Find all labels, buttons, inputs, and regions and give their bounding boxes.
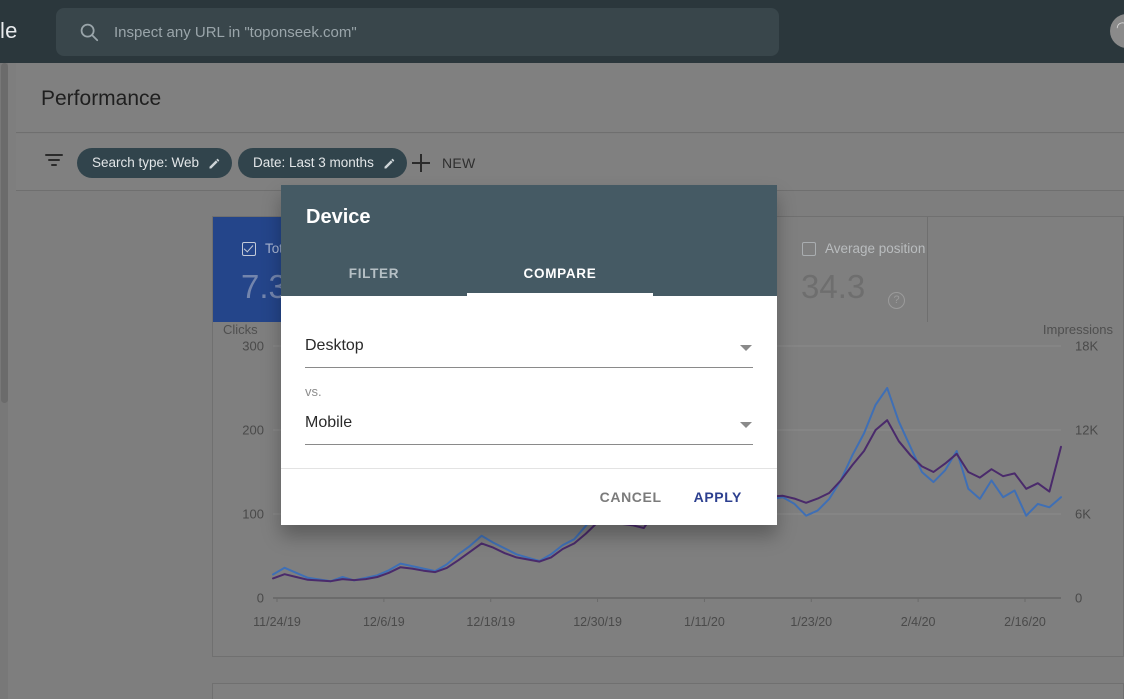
- dialog-tab-filter[interactable]: FILTER: [281, 250, 467, 296]
- x-axis-tick: 1/23/20: [790, 615, 832, 629]
- page-title: Performance: [41, 87, 162, 110]
- y-axis-left-tick: 200: [242, 423, 264, 438]
- app-top-bar: le Inspect any URL in "toponseek.com" ◠: [0, 0, 1124, 63]
- dimension-tabs: QUERIESPAGESCOUNTRIESDEVICESSEARCH APPEA…: [213, 684, 1123, 699]
- y-axis-left-tick: 100: [242, 507, 264, 522]
- search-input[interactable]: Inspect any URL in "toponseek.com": [56, 8, 779, 56]
- pencil-icon: [384, 158, 395, 168]
- vs-label: vs.: [305, 384, 322, 399]
- cancel-button[interactable]: CANCEL: [587, 480, 675, 514]
- search-icon: [80, 23, 99, 42]
- dimension-tab-dates[interactable]: DATES: [863, 684, 973, 699]
- dimension-tab-search-appearance[interactable]: SEARCH APPEARANCE: [678, 684, 863, 699]
- avatar-glyph: ◠: [1116, 19, 1124, 36]
- dialog-tabs: FILTER COMPARE: [281, 250, 777, 296]
- x-axis-tick: 11/24/19: [253, 615, 301, 629]
- x-axis-tick: 12/6/19: [363, 615, 405, 629]
- metric-card-average-position[interactable]: Average position 34.3 ?: [773, 217, 928, 322]
- dialog-tab-compare[interactable]: COMPARE: [467, 250, 653, 296]
- y-axis-right-tick: 0: [1075, 591, 1082, 606]
- metric-checkbox[interactable]: [802, 242, 816, 256]
- filter-chip-label: Search type: Web: [92, 155, 200, 170]
- metric-card-empty: [928, 217, 1124, 322]
- filter-chip-search-type[interactable]: Search type: Web: [77, 148, 233, 178]
- x-axis-tick: 12/18/19: [466, 615, 515, 629]
- search-placeholder: Inspect any URL in "toponseek.com": [114, 24, 357, 41]
- new-filter-label: NEW: [442, 155, 476, 171]
- pencil-icon: [209, 158, 220, 168]
- metric-card-label: Average position: [825, 241, 926, 256]
- screen: le Inspect any URL in "toponseek.com" ◠ …: [0, 0, 1124, 699]
- dialog-body: Desktop vs. Mobile: [281, 296, 777, 468]
- left-rail: ▲: [0, 63, 8, 699]
- compare-select-a-value: Desktop: [305, 337, 364, 354]
- filter-chip-date[interactable]: Date: Last 3 months: [238, 148, 407, 178]
- dialog-footer: CANCEL APPLY: [281, 468, 777, 525]
- avatar[interactable]: ◠: [1110, 14, 1124, 48]
- filter-icon[interactable]: [44, 154, 64, 170]
- y-axis-left-tick: 300: [242, 339, 264, 354]
- filter-bar: Search type: Web Date: Last 3 months NEW: [16, 134, 1124, 191]
- performance-header: Performance: [16, 63, 1124, 133]
- vertical-scrollbar[interactable]: [1, 63, 8, 403]
- device-compare-dialog: Device FILTER COMPARE Desktop vs. Mobile…: [281, 185, 777, 525]
- compare-select-b-value: Mobile: [305, 414, 353, 431]
- x-axis-tick: 2/16/20: [1004, 615, 1046, 629]
- apply-button[interactable]: APPLY: [681, 480, 755, 514]
- chevron-down-icon: [740, 422, 752, 428]
- new-filter-button[interactable]: NEW: [412, 148, 476, 178]
- dimension-tab-countries[interactable]: COUNTRIES: [438, 684, 568, 699]
- dimension-tabs-card: QUERIESPAGESCOUNTRIESDEVICESSEARCH APPEA…: [212, 683, 1124, 699]
- y-axis-left-tick: 0: [257, 591, 264, 606]
- compare-select-b[interactable]: Mobile: [305, 405, 753, 445]
- y-axis-right-tick: 12K: [1075, 423, 1098, 438]
- compare-select-a[interactable]: Desktop: [305, 328, 753, 368]
- dialog-title: Device: [306, 206, 371, 228]
- brand-logo[interactable]: le: [0, 18, 24, 44]
- dimension-tab-queries[interactable]: QUERIES: [213, 684, 328, 699]
- dimension-tab-devices[interactable]: DEVICES: [568, 684, 678, 699]
- x-axis-tick: 2/4/20: [901, 615, 936, 629]
- filter-chip-label: Date: Last 3 months: [253, 155, 374, 170]
- help-icon[interactable]: ?: [888, 292, 905, 309]
- plus-icon: [412, 154, 430, 172]
- chevron-down-icon: [740, 345, 752, 351]
- x-axis-tick: 12/30/19: [573, 615, 622, 629]
- metric-checkbox[interactable]: [242, 242, 256, 256]
- metric-card-header: Average position: [802, 241, 925, 257]
- dialog-header: Device FILTER COMPARE: [281, 185, 777, 296]
- x-axis-tick: 1/11/20: [684, 615, 725, 629]
- dimension-tab-pages[interactable]: PAGES: [328, 684, 438, 699]
- y-axis-right-tick: 18K: [1075, 339, 1098, 354]
- metric-card-value: 34.3: [801, 268, 866, 305]
- y-axis-right-tick: 6K: [1075, 507, 1091, 522]
